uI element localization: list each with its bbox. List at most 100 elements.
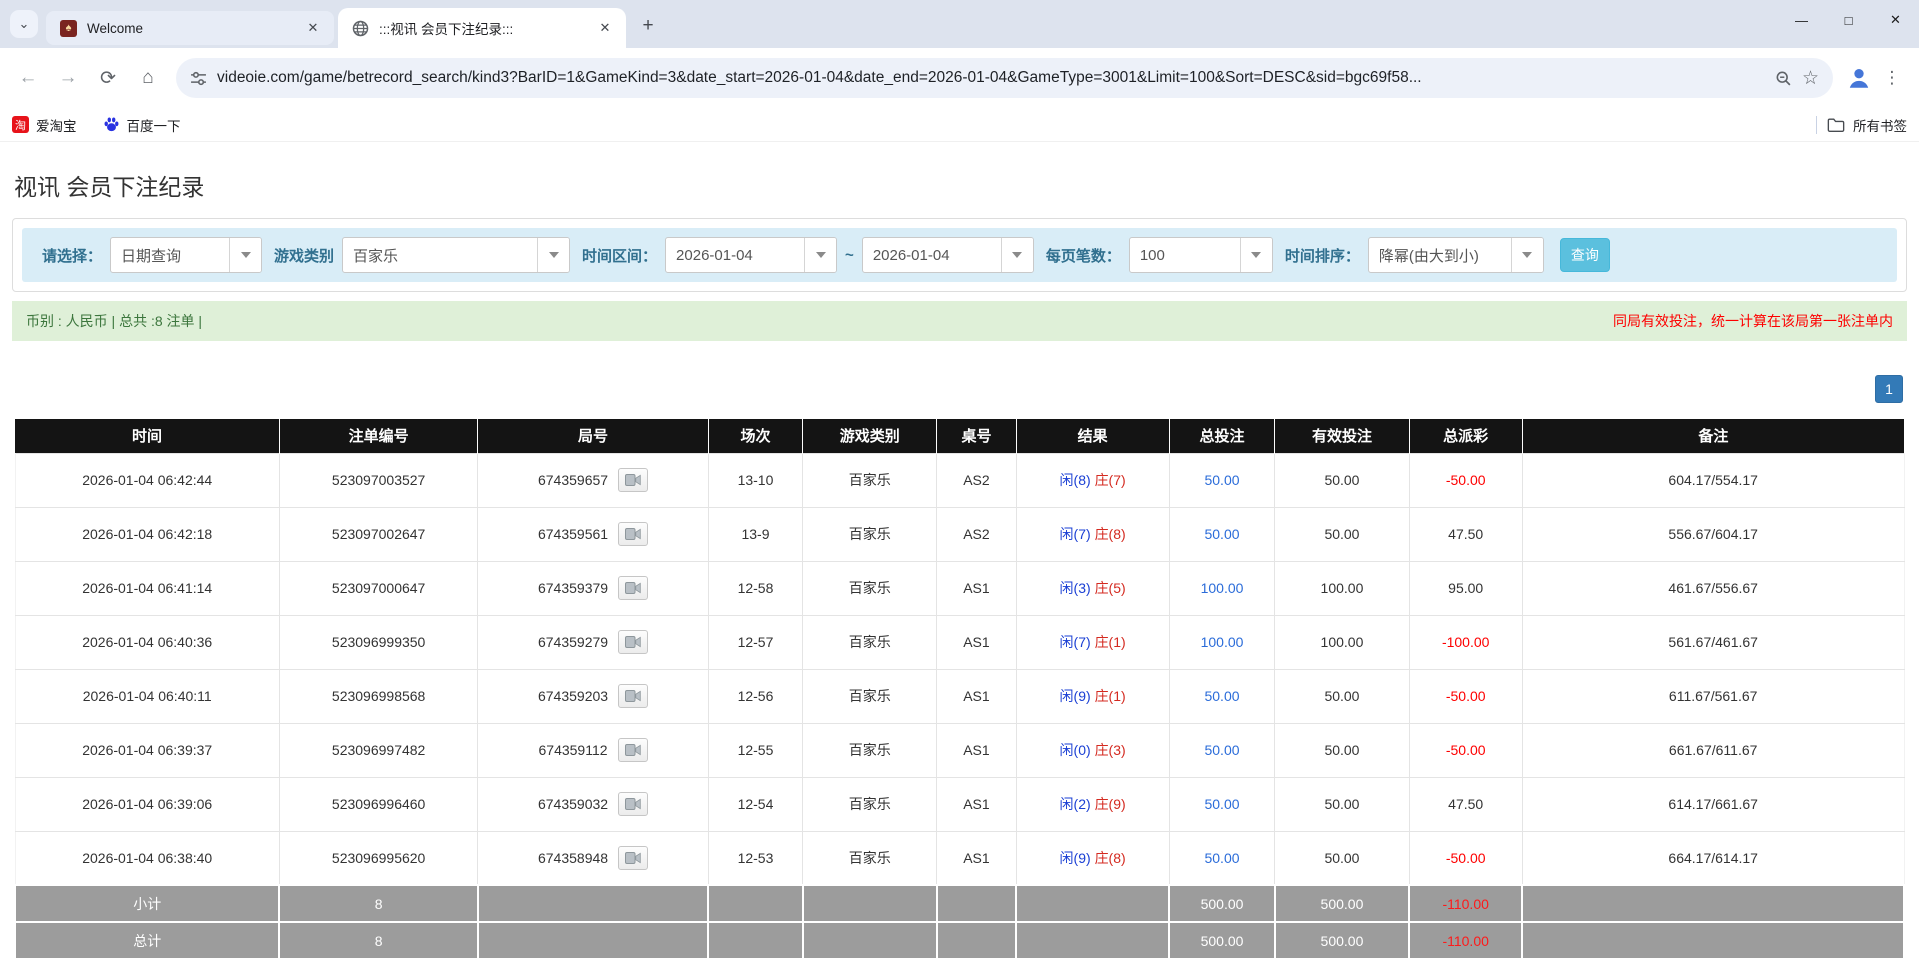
total-bet-link[interactable]: 50.00: [1169, 669, 1275, 723]
tab-close-icon[interactable]: ✕: [304, 19, 322, 37]
back-button[interactable]: ←: [8, 58, 48, 98]
round-cell-content: 674359112: [479, 738, 706, 762]
chevron-down-icon[interactable]: [537, 238, 569, 272]
total-bet-link[interactable]: 50.00: [1169, 777, 1275, 831]
close-button[interactable]: ✕: [1872, 0, 1919, 40]
url-text[interactable]: videoie.com/game/betrecord_search/kind3?…: [217, 69, 1765, 87]
table-no-cell: AS1: [937, 561, 1016, 615]
chevron-down-icon[interactable]: [1001, 238, 1033, 272]
all-bookmarks-button[interactable]: 所有书签: [1827, 115, 1907, 135]
table-no-cell: AS1: [937, 777, 1016, 831]
video-replay-button[interactable]: [618, 576, 648, 600]
date-end-value: 2026-01-04: [863, 238, 1001, 272]
date-type-label: 请选择：: [42, 245, 102, 266]
chevron-down-icon[interactable]: [804, 238, 836, 272]
minimize-button[interactable]: —: [1778, 0, 1825, 40]
page-content: 视讯 会员下注纪录 请选择： 日期查询 游戏类别 百家乐 时间区间：: [0, 168, 1919, 960]
video-replay-icon: [625, 474, 641, 486]
globe-icon: [352, 20, 369, 37]
bet-id-cell: 523096998568: [279, 669, 477, 723]
session-cell: 12-57: [708, 615, 802, 669]
time-cell: 2026-01-04 06:39:06: [15, 777, 279, 831]
maximize-button[interactable]: □: [1825, 0, 1872, 40]
video-replay-icon: [625, 798, 641, 810]
table-no-cell: AS2: [937, 453, 1016, 507]
reload-button[interactable]: ⟳: [88, 58, 128, 98]
zoom-icon[interactable]: [1775, 70, 1792, 87]
bet-records-table: 时间注单编号局号场次游戏类别桌号结果总投注有效投注总派彩备注 2026-01-0…: [14, 419, 1905, 960]
valid-bet-cell: 50.00: [1275, 507, 1409, 561]
address-bar[interactable]: videoie.com/game/betrecord_search/kind3?…: [176, 58, 1833, 98]
round-cell-content: 674359032: [479, 792, 706, 816]
video-replay-icon: [625, 636, 641, 648]
valid-bet-cell: 50.00: [1275, 669, 1409, 723]
footer-cell: [803, 922, 937, 959]
video-replay-button[interactable]: [618, 522, 648, 546]
site-settings-icon[interactable]: [190, 70, 207, 87]
payout-cell: 47.50: [1409, 777, 1522, 831]
video-replay-button[interactable]: [618, 792, 648, 816]
bet-id-cell: 523097000647: [279, 561, 477, 615]
game-kind-cell: 百家乐: [803, 453, 937, 507]
round-cell-content: 674359279: [479, 630, 706, 654]
chevron-down-icon[interactable]: [1240, 238, 1272, 272]
tab-welcome[interactable]: ♠ Welcome ✕: [46, 11, 334, 45]
bookmark-aitaobao[interactable]: 淘 爱淘宝: [12, 115, 77, 135]
bookmark-star-icon[interactable]: ☆: [1802, 67, 1819, 90]
footer-cell: -110.00: [1409, 885, 1522, 922]
video-replay-button[interactable]: [618, 738, 648, 762]
game-kind-select[interactable]: 百家乐: [342, 237, 570, 273]
video-replay-button[interactable]: [618, 468, 648, 492]
bet-id-cell: 523097002647: [279, 507, 477, 561]
total-bet-link[interactable]: 50.00: [1169, 453, 1275, 507]
time-cell: 2026-01-04 06:41:14: [15, 561, 279, 615]
tab-bet-records[interactable]: :::视讯 会员下注纪录::: ✕: [338, 8, 626, 48]
session-cell: 12-58: [708, 561, 802, 615]
home-button[interactable]: ⌂: [128, 58, 168, 98]
date-start-select[interactable]: 2026-01-04: [665, 237, 837, 273]
round-cell: 674359279: [478, 615, 708, 669]
video-replay-button[interactable]: [618, 846, 648, 870]
total-bet-link[interactable]: 50.00: [1169, 723, 1275, 777]
total-bet-link[interactable]: 50.00: [1169, 507, 1275, 561]
table-no-cell: AS1: [937, 669, 1016, 723]
tab-search-button[interactable]: ⌄: [10, 10, 38, 38]
forward-button[interactable]: →: [48, 58, 88, 98]
banker-result: 庄(9): [1095, 796, 1126, 812]
video-replay-button[interactable]: [618, 630, 648, 654]
result-cell: 闲(9) 庄(1): [1016, 669, 1169, 723]
total-bet-link[interactable]: 100.00: [1169, 561, 1275, 615]
per-page-select[interactable]: 100: [1129, 237, 1273, 273]
profile-avatar[interactable]: [1845, 64, 1873, 92]
date-type-select[interactable]: 日期查询: [110, 237, 262, 273]
valid-bet-cell: 50.00: [1275, 831, 1409, 885]
tab-close-icon[interactable]: ✕: [596, 19, 614, 37]
date-end-select[interactable]: 2026-01-04: [862, 237, 1034, 273]
video-replay-button[interactable]: [618, 684, 648, 708]
total-bet-link[interactable]: 100.00: [1169, 615, 1275, 669]
note-cell: 561.67/461.67: [1522, 615, 1904, 669]
subtotal-row: 小计8500.00500.00-110.00: [15, 885, 1904, 922]
table-row: 2026-01-04 06:38:40523096995620674358948…: [15, 831, 1904, 885]
note-cell: 611.67/561.67: [1522, 669, 1904, 723]
taobao-icon: 淘: [12, 116, 29, 133]
result-cell: 闲(3) 庄(5): [1016, 561, 1169, 615]
game-kind-cell: 百家乐: [803, 561, 937, 615]
bookmark-baidu[interactable]: 百度一下: [103, 115, 181, 135]
game-kind-cell: 百家乐: [803, 615, 937, 669]
valid-bet-cell: 50.00: [1275, 777, 1409, 831]
bet-id-cell: 523097003527: [279, 453, 477, 507]
chevron-down-icon[interactable]: [229, 238, 261, 272]
table-row: 2026-01-04 06:41:14523097000647674359379…: [15, 561, 1904, 615]
page-1-button[interactable]: 1: [1875, 375, 1903, 403]
total-bet-link[interactable]: 50.00: [1169, 831, 1275, 885]
new-tab-button[interactable]: +: [634, 12, 662, 40]
column-header: 备注: [1522, 419, 1904, 453]
player-result: 闲(3): [1060, 580, 1091, 596]
chevron-down-icon[interactable]: [1511, 238, 1543, 272]
total-row: 总计8500.00500.00-110.00: [15, 922, 1904, 959]
search-button[interactable]: 查询: [1560, 238, 1610, 272]
date-range-label: 时间区间：: [582, 245, 657, 266]
browser-menu-icon[interactable]: ⋮: [1877, 68, 1907, 88]
sort-select[interactable]: 降幂(由大到小): [1368, 237, 1544, 273]
